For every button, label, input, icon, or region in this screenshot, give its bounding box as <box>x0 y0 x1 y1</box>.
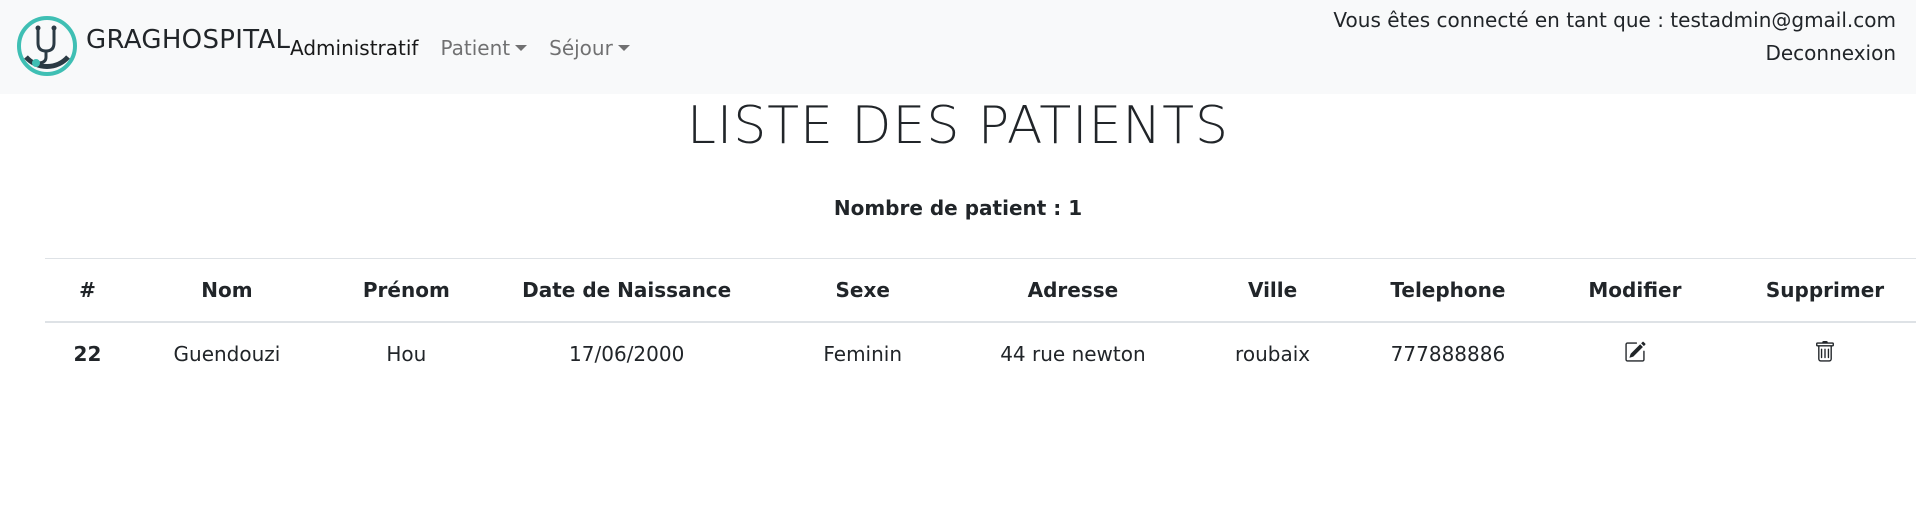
header-supprimer: Supprimer <box>1733 258 1916 323</box>
header-prenom: Prénom <box>323 258 489 323</box>
cell-id: 22 <box>73 342 102 366</box>
cell-modifier <box>1536 322 1734 385</box>
edit-patient-button[interactable] <box>1624 341 1646 368</box>
delete-patient-button[interactable] <box>1814 340 1836 368</box>
header-id: # <box>45 258 130 323</box>
nav-item-sejour-dropdown[interactable]: Séjour <box>549 36 630 60</box>
cell-date-naissance: 17/06/2000 <box>569 342 685 366</box>
logout-link[interactable]: Deconnexion <box>1333 37 1896 70</box>
caret-down-icon <box>617 45 630 51</box>
trash-icon <box>1816 340 1834 362</box>
brand-link[interactable]: GRAGHOSPITAL <box>16 15 290 77</box>
user-info: Vous êtes connecté en tant que : testadm… <box>1333 4 1896 70</box>
cell-supprimer <box>1734 322 1916 385</box>
cell-adresse: 44 rue newton <box>1000 342 1146 366</box>
cell-sexe: Feminin <box>823 342 903 366</box>
main-nav: Administratif Patient Séjour <box>290 36 652 60</box>
nav-item-label: Administratif <box>290 36 419 60</box>
header-adresse: Adresse <box>960 258 1186 323</box>
cell-ville: roubaix <box>1235 342 1311 366</box>
header-nom: Nom <box>129 258 324 323</box>
caret-down-icon <box>515 45 528 51</box>
header-telephone: Telephone <box>1360 258 1536 323</box>
header-modifier: Modifier <box>1535 258 1734 323</box>
brand-name: GRAGHOSPITAL <box>86 25 291 55</box>
navbar: GRAGHOSPITAL Administratif Patient Séjou… <box>0 0 1916 94</box>
header-sexe: Sexe <box>764 258 961 323</box>
cell-telephone: 777888886 <box>1390 342 1506 366</box>
cell-prenom: Hou <box>386 342 427 366</box>
nav-item-label: Patient <box>440 36 511 60</box>
table-header-row: # Nom Prénom Date de Naissance Sexe Adre… <box>45 258 1916 323</box>
nav-item-administratif[interactable]: Administratif <box>290 36 418 60</box>
stethoscope-logo-icon <box>17 16 77 76</box>
header-date-naissance: Date de Naissance <box>488 258 765 323</box>
patient-count: Nombre de patient : 1 <box>833 196 1083 220</box>
connected-user-text: Vous êtes connecté en tant que : testadm… <box>1333 8 1896 32</box>
table-row: 22 Guendouzi Hou 17/06/2000 Feminin 44 r… <box>45 322 1916 385</box>
header-ville: Ville <box>1185 258 1360 323</box>
edit-icon <box>1625 341 1646 362</box>
cell-nom: Guendouzi <box>173 342 281 366</box>
nav-item-patient-dropdown[interactable]: Patient <box>440 36 528 60</box>
nav-item-label: Séjour <box>549 36 613 60</box>
page-title: LISTE DES PATIENTS <box>686 96 1230 156</box>
patients-table: # Nom Prénom Date de Naissance Sexe Adre… <box>45 258 1916 385</box>
